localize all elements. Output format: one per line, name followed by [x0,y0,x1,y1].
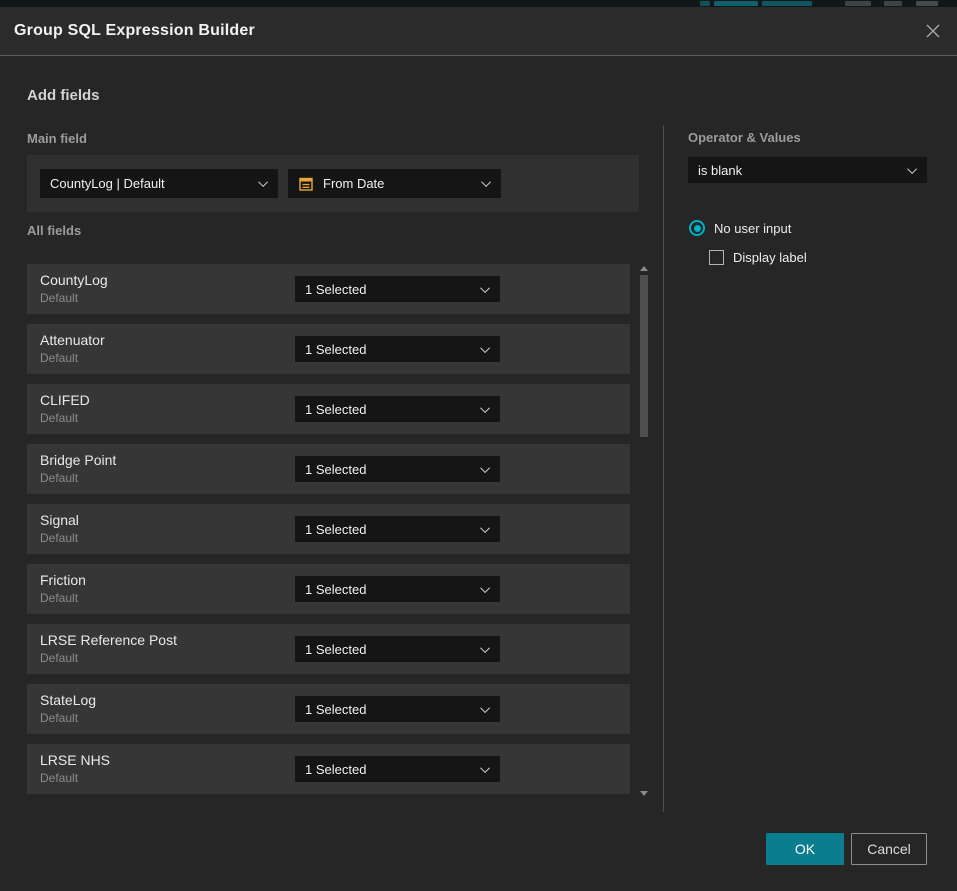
field-row: Attenuator Default 1 Selected [27,324,630,374]
field-selected-dropdown[interactable]: 1 Selected [295,336,500,362]
field-name: Signal [40,512,79,528]
chevron-down-icon [480,403,490,413]
chevron-down-icon [480,643,490,653]
operator-select[interactable]: is blank [688,157,927,183]
field-selected-value: 1 Selected [305,342,475,357]
close-button[interactable] [921,19,945,43]
chevron-down-icon [907,164,917,174]
calendar-icon [298,175,314,192]
scrollbar-thumb[interactable] [640,275,648,437]
background-fragment [884,1,902,6]
screen: Group SQL Expression Builder Add fields … [0,0,957,891]
dialog-title: Group SQL Expression Builder [14,22,255,40]
all-fields-label: All fields [27,223,81,238]
field-name: Friction [40,572,86,588]
chevron-down-icon [481,177,491,187]
background-fragment [916,1,938,6]
chevron-down-icon [258,177,268,187]
main-field-label: Main field [27,131,87,146]
field-row: Bridge Point Default 1 Selected [27,444,630,494]
field-name: LRSE Reference Post [40,632,177,648]
field-selected-value: 1 Selected [305,402,475,417]
scroll-up-icon[interactable] [640,266,648,271]
field-name: Attenuator [40,332,105,348]
field-name: CLIFED [40,392,90,408]
close-icon [925,23,941,39]
field-row: CountyLog Default 1 Selected [27,264,630,314]
field-selected-dropdown[interactable]: 1 Selected [295,636,500,662]
add-fields-heading: Add fields [27,87,100,104]
field-sublabel: Default [40,411,78,425]
field-name: StateLog [40,692,96,708]
field-selected-dropdown[interactable]: 1 Selected [295,516,500,542]
field-sublabel: Default [40,651,78,665]
field-row: StateLog Default 1 Selected [27,684,630,734]
field-row: LRSE Reference Post Default 1 Selected [27,624,630,674]
field-selected-value: 1 Selected [305,642,475,657]
field-sublabel: Default [40,531,78,545]
field-row: LRSE NHS Default 1 Selected [27,744,630,794]
chevron-down-icon [480,763,490,773]
field-selected-value: 1 Selected [305,582,475,597]
main-field-source-value: CountyLog | Default [50,176,253,191]
background-app-strip [0,0,957,7]
background-fragment [845,1,871,6]
cancel-button[interactable]: Cancel [851,833,927,865]
field-name: LRSE NHS [40,752,110,768]
chevron-down-icon [480,283,490,293]
radio-selected-icon [689,220,705,236]
field-row: Friction Default 1 Selected [27,564,630,614]
chevron-down-icon [480,703,490,713]
scroll-down-icon[interactable] [640,791,648,796]
field-row: Signal Default 1 Selected [27,504,630,554]
background-fragment [762,1,812,6]
field-sublabel: Default [40,351,78,365]
checkbox-unchecked-icon [709,250,724,265]
chevron-down-icon [480,523,490,533]
field-selected-value: 1 Selected [305,522,475,537]
chevron-down-icon [480,463,490,473]
field-selected-dropdown[interactable]: 1 Selected [295,276,500,302]
field-selected-dropdown[interactable]: 1 Selected [295,576,500,602]
field-selected-value: 1 Selected [305,282,475,297]
main-field-source-select[interactable]: CountyLog | Default [40,169,278,198]
field-name: CountyLog [40,272,108,288]
background-fragment [700,1,710,6]
field-sublabel: Default [40,711,78,725]
chevron-down-icon [480,343,490,353]
field-sublabel: Default [40,591,78,605]
display-label-label: Display label [733,250,807,265]
chevron-down-icon [480,583,490,593]
main-field-panel: CountyLog | Default From Date [27,155,639,212]
field-name: Bridge Point [40,452,116,468]
field-sublabel: Default [40,471,78,485]
field-selected-value: 1 Selected [305,762,475,777]
no-user-input-radio[interactable]: No user input [689,220,791,236]
field-sublabel: Default [40,771,78,785]
panel-divider [663,125,664,812]
ok-button[interactable]: OK [766,833,844,865]
main-field-field-select[interactable]: From Date [288,169,501,198]
group-sql-expression-builder-dialog: Group SQL Expression Builder Add fields … [0,7,957,891]
field-sublabel: Default [40,291,78,305]
field-row: CLIFED Default 1 Selected [27,384,630,434]
field-selected-dropdown[interactable]: 1 Selected [295,696,500,722]
field-selected-dropdown[interactable]: 1 Selected [295,396,500,422]
background-fragment [714,1,758,6]
no-user-input-label: No user input [714,221,791,236]
display-label-checkbox[interactable]: Display label [709,250,807,265]
field-selected-value: 1 Selected [305,462,475,477]
main-field-field-value: From Date [323,176,476,191]
operator-select-value: is blank [698,163,902,178]
field-selected-value: 1 Selected [305,702,475,717]
field-selected-dropdown[interactable]: 1 Selected [295,456,500,482]
dialog-header: Group SQL Expression Builder [0,7,957,56]
field-selected-dropdown[interactable]: 1 Selected [295,756,500,782]
operator-values-heading: Operator & Values [688,130,801,145]
